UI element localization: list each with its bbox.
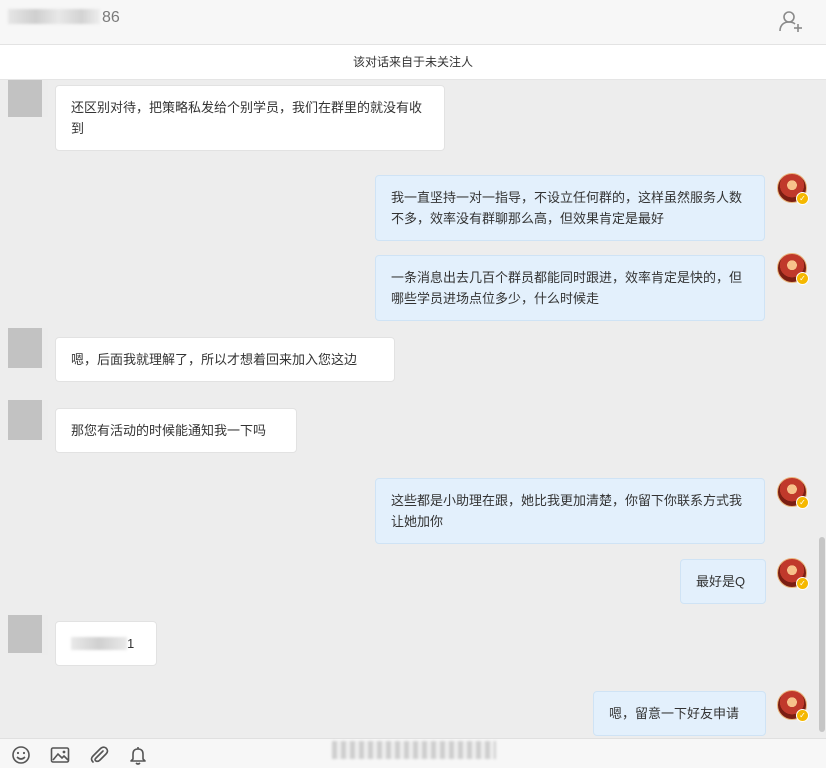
my-avatar[interactable]: ✓	[777, 558, 809, 590]
emoji-icon[interactable]	[10, 744, 32, 766]
message-bubble-outgoing[interactable]: 这些都是小助理在跟，她比我更加清楚，你留下你联系方式我让她加你	[375, 478, 765, 544]
message-list: 还区别对待，把策略私发给个别学员，我们在群里的就没有收到 ✓ 我一直坚持一对一指…	[0, 80, 818, 738]
unfollowed-notice: 该对话来自于未关注人	[0, 45, 826, 80]
contact-avatar[interactable]	[8, 400, 48, 440]
message-text: 嗯，后面我就理解了，所以才想着回来加入您这边	[71, 352, 358, 367]
verified-badge-icon: ✓	[796, 577, 809, 590]
verified-badge-icon: ✓	[796, 709, 809, 722]
attachment-icon[interactable]	[88, 744, 110, 766]
redacted-watermark-mask	[332, 741, 496, 759]
scrollbar-thumb[interactable]	[819, 537, 825, 732]
image-icon[interactable]	[49, 744, 71, 766]
verified-badge-icon: ✓	[796, 192, 809, 205]
notice-text: 该对话来自于未关注人	[352, 55, 473, 69]
contact-name[interactable]: 86	[8, 9, 120, 27]
redacted-text-mask	[71, 637, 127, 650]
bell-icon[interactable]	[127, 744, 149, 766]
message-text: 最好是Q	[696, 574, 746, 589]
my-avatar[interactable]: ✓	[777, 477, 809, 509]
message-text: 那您有活动的时候能通知我一下吗	[71, 423, 267, 438]
message-text: 我一直坚持一对一指导，不设立任何群的，这样虽然服务人数不多，效率没有群聊那么高，…	[391, 190, 743, 226]
chat-header: 86	[0, 0, 826, 45]
verified-badge-icon: ✓	[796, 496, 809, 509]
contact-avatar[interactable]	[8, 80, 48, 117]
message-text: 还区别对待，把策略私发给个别学员，我们在群里的就没有收到	[71, 100, 423, 136]
message-bubble-incoming[interactable]: 那您有活动的时候能通知我一下吗	[55, 408, 297, 453]
my-avatar[interactable]: ✓	[777, 173, 809, 205]
contact-name-suffix: 86	[102, 9, 120, 26]
message-bubble-outgoing[interactable]: 我一直坚持一对一指导，不设立任何群的，这样虽然服务人数不多，效率没有群聊那么高，…	[375, 175, 765, 241]
contact-avatar[interactable]	[8, 328, 48, 368]
message-bubble-incoming[interactable]: 1	[55, 621, 157, 666]
message-bubble-incoming[interactable]: 嗯，后面我就理解了，所以才想着回来加入您这边	[55, 337, 395, 382]
message-text: 这些都是小助理在跟，她比我更加清楚，你留下你联系方式我让她加你	[391, 493, 743, 529]
message-bubble-outgoing[interactable]: 一条消息出去几百个群员都能同时跟进，效率肯定是快的，但哪些学员进场点位多少，什么…	[375, 255, 765, 321]
input-toolbar	[0, 738, 826, 768]
message-bubble-outgoing[interactable]: 最好是Q	[680, 559, 766, 604]
message-bubble-incoming[interactable]: 还区别对待，把策略私发给个别学员，我们在群里的就没有收到	[55, 85, 445, 151]
scrollbar[interactable]	[818, 80, 826, 738]
message-text: 嗯，留意一下好友申请	[609, 706, 740, 721]
message-text: 1	[127, 636, 135, 651]
verified-badge-icon: ✓	[796, 272, 809, 285]
message-bubble-outgoing[interactable]: 嗯，留意一下好友申请	[593, 691, 766, 736]
add-contact-icon[interactable]	[778, 8, 804, 34]
message-text: 一条消息出去几百个群员都能同时跟进，效率肯定是快的，但哪些学员进场点位多少，什么…	[391, 270, 743, 306]
my-avatar[interactable]: ✓	[777, 253, 809, 285]
my-avatar[interactable]: ✓	[777, 690, 809, 722]
redacted-name-mask	[8, 9, 100, 24]
contact-avatar[interactable]	[8, 615, 48, 655]
